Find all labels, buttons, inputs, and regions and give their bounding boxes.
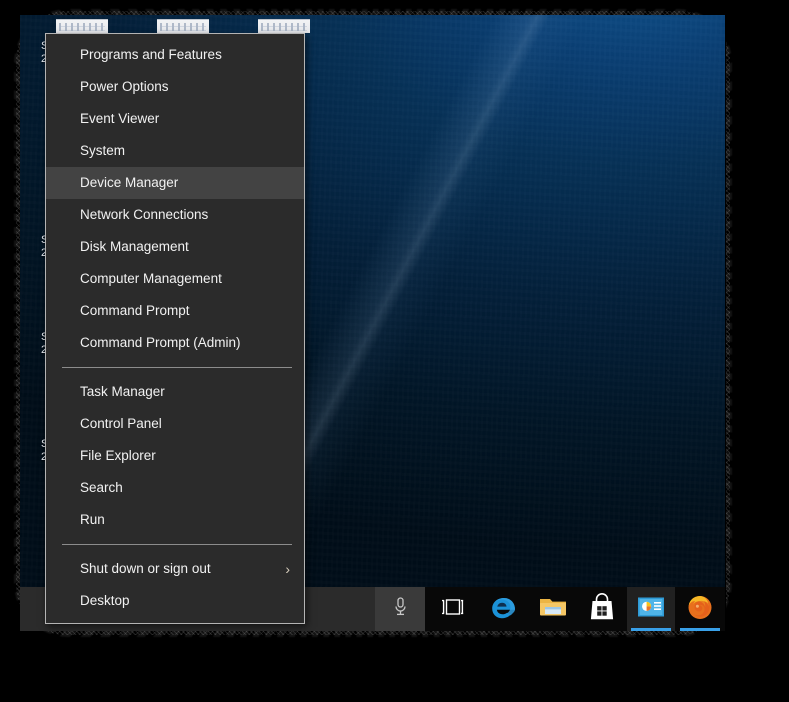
window-thumbnail-icon (56, 19, 108, 33)
taskbar-edge-button[interactable] (480, 587, 528, 631)
menu-item-label: Power Options (80, 79, 169, 94)
menu-item-label: Device Manager (80, 175, 179, 190)
menu-item-search[interactable]: Search (46, 472, 304, 504)
microphone-icon (393, 596, 408, 622)
menu-item-label: Run (80, 512, 105, 527)
window-thumbnail-icon (157, 19, 209, 33)
active-app-indicator (680, 628, 720, 631)
menu-item-label: Shut down or sign out (80, 561, 211, 576)
menu-item-desktop[interactable]: Desktop (46, 585, 304, 617)
menu-item-computer-management[interactable]: Computer Management (46, 263, 304, 295)
cortana-microphone-button[interactable] (375, 587, 425, 631)
menu-item-event-viewer[interactable]: Event Viewer (46, 103, 304, 135)
menu-item-file-explorer[interactable]: File Explorer (46, 440, 304, 472)
taskbar-presentation-app-button[interactable] (627, 587, 675, 631)
menu-item-network-connections[interactable]: Network Connections (46, 199, 304, 231)
windows-store-icon (589, 592, 615, 626)
window-thumbnail-icon (258, 19, 310, 33)
menu-item-label: Disk Management (80, 239, 189, 254)
chevron-right-icon: › (285, 561, 290, 577)
taskbar-file-explorer-button[interactable] (529, 587, 577, 631)
menu-item-label: Event Viewer (80, 111, 160, 126)
task-view-button[interactable] (429, 587, 477, 631)
active-app-indicator (631, 628, 671, 631)
menu-item-device-manager[interactable]: Device Manager (46, 167, 304, 199)
menu-item-task-manager[interactable]: Task Manager (46, 376, 304, 408)
menu-item-label: System (80, 143, 126, 158)
menu-item-label: Search (80, 480, 123, 495)
menu-item-label: Computer Management (80, 271, 222, 286)
taskbar-firefox-button[interactable] (676, 587, 724, 631)
firefox-icon (685, 592, 715, 627)
task-view-icon (440, 598, 466, 621)
taskbar-store-button[interactable] (578, 587, 626, 631)
desktop-screen: S 20 S 20 S 20 S 20 (20, 15, 725, 631)
menu-item-label: Programs and Features (80, 47, 222, 62)
menu-separator (62, 544, 292, 545)
winx-context-menu[interactable]: Programs and Features Power Options Even… (45, 33, 305, 624)
edge-browser-icon (489, 592, 519, 627)
menu-item-command-prompt[interactable]: Command Prompt (46, 295, 304, 327)
menu-item-shut-down-or-sign-out[interactable]: Shut down or sign out › (46, 553, 304, 585)
menu-item-disk-management[interactable]: Disk Management (46, 231, 304, 263)
menu-item-control-panel[interactable]: Control Panel (46, 408, 304, 440)
desktop-icon-strip (20, 15, 725, 33)
menu-item-label: File Explorer (80, 448, 156, 463)
menu-item-command-prompt-admin[interactable]: Command Prompt (Admin) (46, 327, 304, 359)
menu-item-label: Desktop (80, 593, 130, 608)
menu-separator (62, 367, 292, 368)
menu-item-label: Command Prompt (Admin) (80, 335, 241, 350)
menu-item-programs-and-features[interactable]: Programs and Features (46, 39, 304, 71)
menu-item-system[interactable]: System (46, 135, 304, 167)
presentation-app-icon (637, 596, 665, 623)
menu-item-label: Network Connections (80, 207, 209, 222)
file-explorer-icon (538, 595, 568, 624)
menu-item-label: Control Panel (80, 416, 162, 431)
menu-item-label: Task Manager (80, 384, 165, 399)
menu-item-run[interactable]: Run (46, 504, 304, 536)
menu-item-label: Command Prompt (80, 303, 190, 318)
menu-item-power-options[interactable]: Power Options (46, 71, 304, 103)
